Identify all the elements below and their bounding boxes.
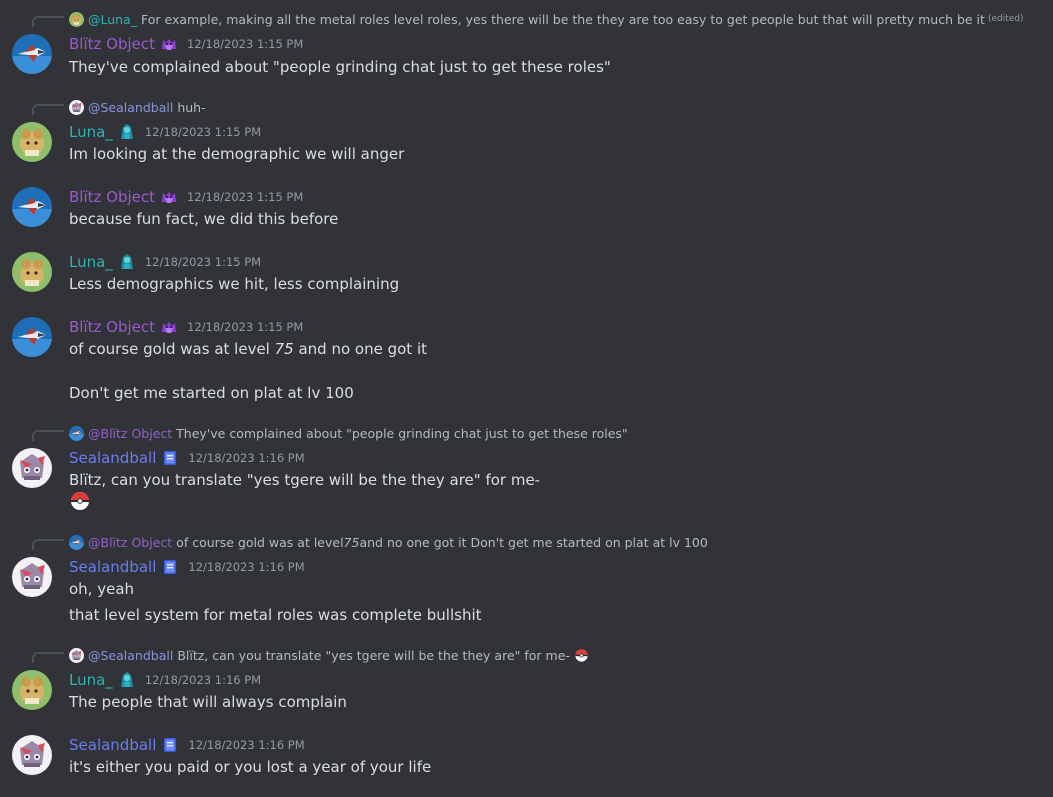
timestamp: 12/18/2023 1:15 PM <box>187 320 304 334</box>
purple-cat-icon <box>159 34 179 54</box>
message-text: Don't get me started on plat at lv 100 <box>69 384 354 402</box>
username[interactable]: Blïtz Object <box>69 188 155 206</box>
message-text: Less demographics we hit, less complaini… <box>69 275 400 293</box>
reply-text: Blïtz, can you translate "yes tgere will… <box>177 647 570 663</box>
timestamp: 12/18/2023 1:16 PM <box>144 673 262 687</box>
username[interactable]: Luna_ <box>69 671 113 689</box>
reply-spine <box>32 652 64 663</box>
message-text: They've complained about "people grindin… <box>69 58 611 76</box>
reply-preview[interactable]: @Sealandball Blïtz, can you translate "y… <box>69 646 589 664</box>
message-header: Sealandball 12/18/2023 1:16 PM <box>69 556 305 578</box>
message-header: Luna_ 12/18/2023 1:15 PM <box>69 251 261 273</box>
message-header: Sealandball 12/18/2023 1:16 PM <box>69 447 305 469</box>
avatar[interactable] <box>12 670 52 710</box>
text-segment: of course gold was at level <box>69 340 275 358</box>
reply-spine <box>32 104 64 115</box>
edited-label: (edited) <box>987 14 1024 24</box>
message-text: that level system for metal roles was co… <box>69 606 482 624</box>
italic-number: 75 <box>274 340 294 358</box>
message-text: it's either you paid or you lost a year … <box>69 758 432 776</box>
reply-preview[interactable]: @Blïtz Object of course gold was at leve… <box>69 533 708 551</box>
red-ball-emoji-icon <box>574 648 589 663</box>
timestamp: 12/18/2023 1:15 PM <box>144 125 262 139</box>
avatar[interactable] <box>12 735 52 775</box>
purple-cat-icon <box>159 187 179 207</box>
reply-spine <box>32 16 64 27</box>
message-header: Blïtz Object 12/18/2023 1:15 PM <box>69 186 303 208</box>
username[interactable]: Luna_ <box>69 123 113 141</box>
message-text: The people that will always complain <box>69 693 347 711</box>
message-header: Luna_ 12/18/2023 1:16 PM <box>69 669 261 691</box>
username[interactable]: Sealandball <box>69 449 156 467</box>
reply-avatar <box>69 648 84 663</box>
chat-log: @Luna_ For example, making all the metal… <box>0 0 1053 797</box>
message-text: of course gold was at level 75 and no on… <box>69 338 427 360</box>
reply-text: They've complained about "people grindin… <box>176 425 628 441</box>
message-header: Blïtz Object 12/18/2023 1:15 PM <box>69 316 303 338</box>
timestamp: 12/18/2023 1:16 PM <box>188 451 305 465</box>
reply-avatar <box>69 100 84 115</box>
avatar[interactable] <box>12 34 52 74</box>
reply-text-segment: and no one got it Don't get me started o… <box>359 534 708 550</box>
username[interactable]: Sealandball <box>69 736 156 754</box>
avatar[interactable] <box>12 252 52 292</box>
username[interactable]: Luna_ <box>69 253 113 271</box>
reply-spine <box>32 539 64 550</box>
reply-avatar <box>69 426 84 441</box>
message-header: Blïtz Object 12/18/2023 1:15 PM <box>69 33 303 55</box>
reply-mention[interactable]: @Sealandball <box>88 648 173 663</box>
avatar[interactable] <box>12 122 52 162</box>
avatar[interactable] <box>12 557 52 597</box>
reply-italic-number: 75 <box>343 534 360 550</box>
avatar[interactable] <box>12 448 52 488</box>
reply-mention[interactable]: @Luna_ <box>88 12 137 27</box>
blue-book-icon <box>160 448 180 468</box>
reply-avatar <box>69 12 84 27</box>
timestamp: 12/18/2023 1:15 PM <box>187 190 304 204</box>
reply-avatar <box>69 535 84 550</box>
reply-preview[interactable]: @Sealandball huh- <box>69 98 206 116</box>
blue-book-icon <box>160 557 180 577</box>
reply-text: For example, making all the metal roles … <box>141 11 985 27</box>
message-text: Im looking at the demographic we will an… <box>69 145 405 163</box>
reply-preview[interactable]: @Blïtz Object They've complained about "… <box>69 424 628 442</box>
purple-cat-icon <box>159 317 179 337</box>
reply-text-segment: of course gold was at level <box>176 534 344 550</box>
timestamp: 12/18/2023 1:16 PM <box>188 560 305 574</box>
avatar[interactable] <box>12 187 52 227</box>
timestamp: 12/18/2023 1:15 PM <box>187 37 304 51</box>
username[interactable]: Blïtz Object <box>69 318 155 336</box>
reply-preview[interactable]: @Luna_ For example, making all the metal… <box>69 10 1024 28</box>
avatar[interactable] <box>12 317 52 357</box>
blue-book-icon <box>160 735 180 755</box>
username[interactable]: Blïtz Object <box>69 35 155 53</box>
timestamp: 12/18/2023 1:15 PM <box>144 255 262 269</box>
red-ball-emoji-icon[interactable] <box>69 490 91 512</box>
message-text: oh, yeah <box>69 580 135 598</box>
reply-mention[interactable]: @Blïtz Object <box>88 426 172 441</box>
timestamp: 12/18/2023 1:16 PM <box>188 738 305 752</box>
teal-character-icon <box>117 670 137 690</box>
message-text: Blïtz, can you translate "yes tgere will… <box>69 471 541 489</box>
text-segment: and no one got it <box>293 340 428 358</box>
reply-mention[interactable]: @Blïtz Object <box>88 535 172 550</box>
message-header: Luna_ 12/18/2023 1:15 PM <box>69 121 261 143</box>
teal-character-icon <box>117 252 137 272</box>
username[interactable]: Sealandball <box>69 558 156 576</box>
reply-text: huh- <box>177 99 206 115</box>
teal-character-icon <box>117 122 137 142</box>
message-header: Sealandball 12/18/2023 1:16 PM <box>69 734 305 756</box>
reply-spine <box>32 430 64 441</box>
message-text: because fun fact, we did this before <box>69 210 339 228</box>
reply-mention[interactable]: @Sealandball <box>88 100 173 115</box>
